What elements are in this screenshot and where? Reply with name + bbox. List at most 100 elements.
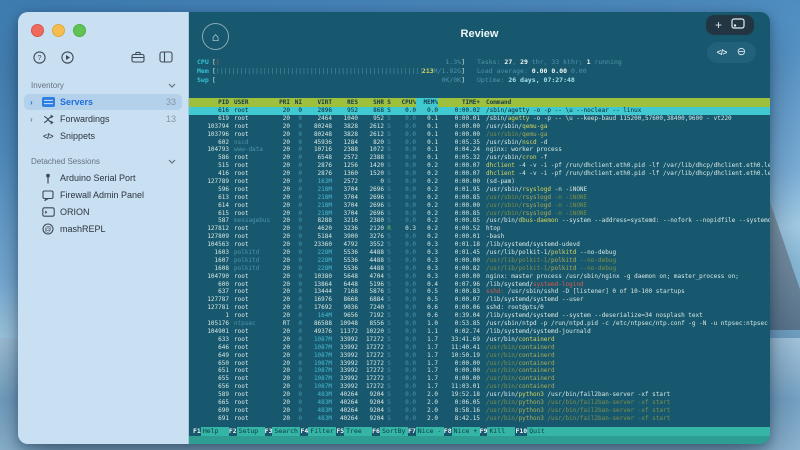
process-row[interactable]: 127789 root 20 0 163M 2572 0 S 0.0 0.2 0:00.00 (sd-… <box>189 178 770 186</box>
fkey-number: F5 <box>336 427 345 435</box>
column-header-cpu[interactable]: CPU% <box>394 98 416 107</box>
process-row[interactable]: 600 root 20 0 13864 6448 5196 S 0.0 0.4 0:07.96/li… <box>189 281 770 289</box>
process-row[interactable]: 1608 polkitd 20 0 228M 5536 4488 S 0.0 0.3 0:00.82… <box>189 265 770 273</box>
sidebar-item-snippets[interactable]: </> Snippets <box>24 128 182 144</box>
process-row[interactable]: 104793 www-data 20 0 10716 2388 1072 S 0.0 0.1 0:0… <box>189 146 770 154</box>
process-row[interactable]: 127809 root 20 0 5184 3900 3276 S 0.0 0.2 0:00.01-… <box>189 233 770 241</box>
process-row[interactable]: 690 root 20 0 483M 40264 9204 S 0.0 2.0 8:58.16/us… <box>189 407 770 415</box>
process-row[interactable]: 104901 root 20 0 49376 11372 10220 S 0.0 1.1 0:02.… <box>189 328 770 336</box>
column-header-ni[interactable]: NI <box>290 98 302 107</box>
fkey-nice[interactable]: Nice + <box>451 427 480 436</box>
fkey-nice[interactable]: Nice - <box>415 427 444 436</box>
process-row[interactable]: 649 root 20 0 1087M 33992 17272 S 0.0 1.7 10:50.19… <box>189 352 770 360</box>
process-row[interactable]: 103796 root 20 0 80248 3828 2612 S 0.0 0.1 0:00.00… <box>189 131 770 139</box>
process-row[interactable]: 586 root 20 0 6548 2572 2388 S 0.0 0.1 0:05.32/usr… <box>189 154 770 162</box>
process-row[interactable]: 691 root 20 0 483M 40264 9204 S 0.0 2.0 8:42.15/us… <box>189 415 770 423</box>
column-header-shr[interactable]: SHR <box>358 98 384 107</box>
fkey-quit[interactable]: Quit <box>527 427 770 436</box>
htop-screen: CPU[| 1.3%] Mem[||||||||||||||||||||||||||… <box>189 56 770 444</box>
column-header-pid[interactable]: PID <box>197 98 229 107</box>
inventory-section: Inventory › Servers 33 › Forwardings 13 <box>18 69 188 144</box>
process-table: 616 root 20 0 2896 952 868 S 0.0 0.0 0:00.02/sbin/… <box>189 107 770 423</box>
disclosure-icon[interactable]: › <box>30 115 40 124</box>
column-header-command[interactable]: Command <box>480 98 770 107</box>
process-row[interactable]: 105176 ntpsec RT 0 86588 10948 8556 S 0.0 1.0 0:53… <box>189 320 770 328</box>
process-row[interactable]: 637 root 20 0 13444 7168 5876 S 0.0 0.5 0:00.83 ssh… <box>189 288 770 296</box>
sidebar-item-orion[interactable]: ORION <box>24 204 182 220</box>
process-row[interactable]: 602 nscd 20 0 45936 1284 820 S 0.0 0.1 0:05.35/usr… <box>189 139 770 147</box>
process-row[interactable]: 650 root 20 0 1087M 33992 17272 S 0.0 1.7 0:00.00/… <box>189 360 770 368</box>
fkey-number: F2 <box>228 427 237 435</box>
sidebar-item-arduino-serial-port[interactable]: Arduino Serial Port <box>24 170 182 186</box>
window-controls <box>18 12 188 37</box>
process-row[interactable]: 587 messagebus 20 0 8288 3216 2380 S 0.0 0.2 0:00.… <box>189 217 770 225</box>
sidebar-item-label: Snippets <box>60 131 96 141</box>
process-row[interactable]: 655 root 20 0 1087M 33992 17272 S 0.0 1.7 0:00.00/… <box>189 375 770 383</box>
process-row[interactable]: 416 root 20 0 2876 1360 1520 S 0.0 0.2 0:00.07 dhcl… <box>189 170 770 178</box>
minimize-button[interactable] <box>52 24 65 37</box>
admin-panel-icon <box>40 189 56 201</box>
process-row[interactable]: 589 root 20 0 483M 40264 9204 S 0.0 2.0 19:52.18/u… <box>189 391 770 399</box>
fkey-number: F3 <box>264 427 273 435</box>
process-row[interactable]: 615 root 20 0 218M 3704 2696 S 0.0 0.2 0:00.85/usr… <box>189 210 770 218</box>
fkey-filter[interactable]: Filter <box>308 427 337 436</box>
run-icon[interactable] <box>59 49 75 65</box>
process-row[interactable]: 646 root 20 0 1087M 33992 17272 S 0.0 1.7 11:40.41… <box>189 344 770 352</box>
svg-text:@: @ <box>44 226 51 233</box>
fkey-sortby[interactable]: SortBy <box>379 427 408 436</box>
sidebar: ? Inventory › Servers 33 › Forwardings 1… <box>18 12 189 444</box>
process-row[interactable]: 633 root 20 0 1087M 33992 17272 S 0.0 1.7 33:41.69… <box>189 336 770 344</box>
disclosure-icon[interactable]: › <box>30 98 40 107</box>
column-header-s[interactable]: S <box>384 98 394 107</box>
stat-line: Uptime: 26 days, 07:27:48 <box>477 76 575 84</box>
zoom-button[interactable] <box>73 24 86 37</box>
process-row[interactable]: 104790 root 20 0 10380 5648 4704 S 0.0 0.3 0:00.00… <box>189 273 770 281</box>
sidebar-toggle-icon[interactable] <box>158 49 174 65</box>
process-row[interactable]: 127812 root 20 0 4620 3236 2120 R 0.3 0.2 0:00.52 h… <box>189 225 770 233</box>
column-header-mem[interactable]: MEM% <box>416 98 438 107</box>
detached-sessions-section: Detached Sessions Arduino Serial Port Fi… <box>18 145 188 237</box>
fkey-kill[interactable]: Kill <box>487 427 516 436</box>
help-icon[interactable]: ? <box>31 49 47 65</box>
process-row[interactable]: 103794 root 20 0 80248 3828 2612 S 0.0 0.1 0:00.00… <box>189 123 770 131</box>
process-row[interactable]: 651 root 20 0 1087M 33992 17272 S 0.0 1.7 0:00.00/… <box>189 367 770 375</box>
process-row[interactable]: 1 root 20 0 164M 9656 7192 S 0.0 0.6 0:39.04/lib/s… <box>189 312 770 320</box>
process-row[interactable]: 596 root 20 0 218M 3704 2696 S 0.0 0.2 0:01.95/usr… <box>189 186 770 194</box>
process-row[interactable]: 613 root 20 0 218M 3704 2696 S 0.0 0.2 0:00.85/usr… <box>189 194 770 202</box>
fkey-setup[interactable]: Setup <box>236 427 265 436</box>
fkey-search[interactable]: Search <box>272 427 301 436</box>
sidebar-item-firewall-admin-panel[interactable]: Firewall Admin Panel <box>24 187 182 203</box>
sidebar-item-servers[interactable]: › Servers 33 <box>24 94 182 110</box>
column-header-virt[interactable]: VIRT <box>302 98 332 107</box>
process-row[interactable]: 515 root 20 0 2876 1256 1420 S 0.0 0.2 0:00.07 dhcl… <box>189 162 770 170</box>
column-header-time[interactable]: TIME+ <box>438 98 480 107</box>
process-row[interactable]: 104563 root 20 0 23360 4792 3552 S 0.0 0.3 0:01.18… <box>189 241 770 249</box>
sidebar-item-label: Servers <box>60 97 94 107</box>
terminal-window-icon[interactable] <box>731 16 745 34</box>
sidebar-item-mashrepl[interactable]: @ mashREPL <box>24 221 182 237</box>
repl-icon: @ <box>40 223 56 235</box>
snippets-icon: </> <box>42 131 54 141</box>
chevron-down-icon[interactable] <box>168 159 176 164</box>
process-row[interactable]: 127787 root 20 0 16976 8668 6884 S 0.0 0.5 0:00.07… <box>189 296 770 304</box>
fkey-help[interactable]: Help <box>200 427 229 436</box>
new-session-icon[interactable]: + <box>715 19 722 31</box>
column-header-pri[interactable]: PRI <box>276 98 290 107</box>
sidebar-item-forwardings[interactable]: › Forwardings 13 <box>24 111 182 127</box>
process-row[interactable]: 1603 polkitd 20 0 228M 5536 4488 S 0.0 0.3 0:01.45… <box>189 249 770 257</box>
column-header-res[interactable]: RES <box>332 98 358 107</box>
fkey-tree[interactable]: Tree <box>344 427 373 436</box>
process-row[interactable]: 616 root 20 0 2896 952 868 S 0.0 0.0 0:00.02/sbin/… <box>189 107 770 115</box>
column-header-user[interactable]: USER <box>229 98 276 107</box>
stat-line: Tasks: 27, 29 thr, 33 kthr; 1 running <box>477 58 622 66</box>
toolbox-icon[interactable] <box>130 49 146 65</box>
process-row[interactable]: 1607 polkitd 20 0 228M 5536 4488 S 0.0 0.3 0:00.00… <box>189 257 770 265</box>
process-row[interactable]: 619 root 20 0 2464 1040 952 S 0.0 0.1 0:00.01/sbin… <box>189 115 770 123</box>
process-row[interactable]: 127781 root 20 0 17692 9036 7240 S 0.0 0.6 0:00.06… <box>189 304 770 312</box>
close-button[interactable] <box>31 24 44 37</box>
chevron-down-icon[interactable] <box>168 83 176 88</box>
process-row[interactable]: 614 root 20 0 218M 3704 2696 S 0.0 0.2 0:00.00/usr… <box>189 202 770 210</box>
process-row[interactable]: 665 root 20 0 483M 40264 9204 S 0.0 2.0 0:06.05/us… <box>189 399 770 407</box>
process-row[interactable]: 656 root 20 0 1087M 33992 17272 S 0.0 1.7 11:03.01… <box>189 383 770 391</box>
swp-meter: Swp[0K/0K] <box>197 76 465 84</box>
